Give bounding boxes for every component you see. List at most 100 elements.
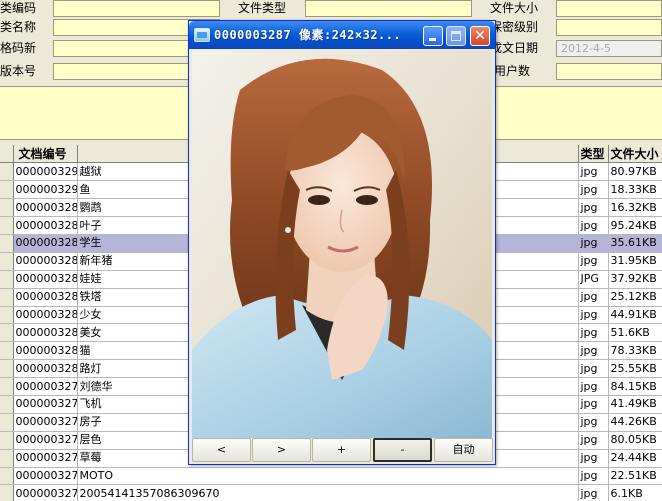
close-icon: ✕ bbox=[474, 28, 486, 44]
zoom-in-button[interactable]: + bbox=[312, 438, 371, 462]
cell-size[interactable]: 51.6KB bbox=[608, 323, 662, 343]
cell-doc-no[interactable]: 0000003271 bbox=[13, 484, 78, 501]
cell-size[interactable]: 44.26KB bbox=[608, 413, 662, 432]
cell-type[interactable]: jpg bbox=[578, 252, 609, 271]
user-count-field[interactable] bbox=[556, 63, 662, 80]
cell-size[interactable]: 6.1KB bbox=[608, 484, 662, 501]
file-type-field[interactable] bbox=[305, 0, 472, 17]
cell-size[interactable]: 25.55KB bbox=[608, 359, 662, 379]
close-button[interactable]: ✕ bbox=[470, 26, 490, 46]
row-indicator bbox=[0, 413, 14, 432]
cell-size[interactable]: 80.97KB bbox=[608, 162, 662, 182]
cell-type[interactable]: jpg bbox=[578, 180, 609, 200]
cell-doc-no[interactable]: 0000003276 bbox=[13, 431, 78, 450]
cell-doc-no[interactable]: 0000003285 bbox=[13, 270, 78, 289]
portrait-image bbox=[192, 50, 492, 440]
cell-type[interactable]: jpg bbox=[578, 431, 609, 450]
cell-type[interactable]: jpg bbox=[578, 234, 609, 253]
cell-doc-no[interactable]: 0000003286 bbox=[13, 252, 78, 271]
cell-type[interactable]: jpg bbox=[578, 413, 609, 432]
preview-titlebar[interactable]: 0000003287 像素:242×32... ✕ bbox=[189, 21, 495, 49]
cell-doc-no[interactable]: 0000003279 bbox=[13, 377, 78, 396]
minimize-button[interactable] bbox=[423, 26, 443, 46]
cell-doc-no[interactable]: 0000003283 bbox=[13, 306, 78, 325]
row-indicator bbox=[0, 395, 14, 414]
label-file-size: 文件大小 bbox=[490, 1, 539, 15]
cell-size[interactable]: 35.61KB bbox=[608, 234, 662, 253]
next-image-button[interactable]: > bbox=[252, 438, 311, 462]
cell-size[interactable]: 22.51KB bbox=[608, 467, 662, 486]
cell-doc-no[interactable]: 0000003284 bbox=[13, 288, 78, 307]
image-preview-window: 0000003287 像素:242×32... ✕ < > + - 自动 bbox=[188, 20, 496, 465]
cell-type[interactable]: JPG bbox=[578, 270, 609, 289]
cell-doc-no[interactable]: 0000003281 bbox=[13, 341, 78, 361]
cell-type[interactable]: jpg bbox=[578, 162, 609, 182]
cell-size[interactable]: 41.49KB bbox=[608, 395, 662, 414]
cell-doc-no[interactable]: 0000003288 bbox=[13, 216, 78, 235]
cell-size[interactable]: 18.33KB bbox=[608, 180, 662, 200]
category-code-field[interactable] bbox=[53, 0, 220, 17]
cell-doc-no[interactable]: 0000003287 bbox=[13, 234, 78, 253]
label-category-name: 类名称 bbox=[0, 20, 37, 34]
row-indicator bbox=[0, 431, 14, 450]
cell-type[interactable]: jpg bbox=[578, 216, 609, 235]
cell-type[interactable]: jpg bbox=[578, 484, 609, 501]
row-indicator bbox=[0, 288, 14, 307]
preview-button-bar: < > + - 自动 bbox=[192, 438, 494, 463]
label-file-type: 文件类型 bbox=[238, 1, 287, 15]
security-level-field[interactable] bbox=[556, 19, 662, 36]
cell-size[interactable]: 16.32KB bbox=[608, 198, 662, 218]
cell-doc-no[interactable]: 0000003277 bbox=[13, 413, 78, 432]
cell-type[interactable]: jpg bbox=[578, 198, 609, 218]
cell-doc-no[interactable]: 0000003289 bbox=[13, 198, 78, 218]
cell-size[interactable]: 80.05KB bbox=[608, 431, 662, 450]
row-indicator-header bbox=[0, 145, 14, 164]
file-size-field[interactable] bbox=[556, 0, 662, 17]
row-indicator bbox=[0, 252, 14, 271]
cell-name[interactable]: 20054141357086309670 bbox=[77, 484, 579, 501]
cell-type[interactable]: jpg bbox=[578, 377, 609, 396]
cell-type[interactable]: jpg bbox=[578, 323, 609, 343]
cell-doc-no[interactable]: 0000003290 bbox=[13, 180, 78, 200]
cell-size[interactable]: 44.91KB bbox=[608, 306, 662, 325]
cell-size[interactable]: 25.12KB bbox=[608, 288, 662, 307]
cell-type[interactable]: jpg bbox=[578, 288, 609, 307]
table-row[interactable]: 0000003273MOTOjpg22.51KB bbox=[0, 467, 662, 486]
zoom-out-button[interactable]: - bbox=[373, 438, 432, 462]
prev-image-button[interactable]: < bbox=[192, 438, 251, 462]
auto-fit-button[interactable]: 自动 bbox=[434, 438, 493, 462]
cell-doc-no[interactable]: 0000003291 bbox=[13, 162, 78, 182]
cell-type[interactable]: jpg bbox=[578, 306, 609, 325]
cell-type[interactable]: jpg bbox=[578, 395, 609, 414]
cell-doc-no[interactable]: 0000003282 bbox=[13, 323, 78, 343]
cell-type[interactable]: jpg bbox=[578, 359, 609, 379]
label-version: 版本号 bbox=[0, 64, 37, 78]
row-indicator bbox=[0, 234, 14, 253]
row-indicator bbox=[0, 449, 14, 468]
label-user-count: 用户数 bbox=[494, 64, 531, 78]
cell-type[interactable]: jpg bbox=[578, 467, 609, 486]
label-category-code: 类编码 bbox=[0, 1, 37, 15]
issue-date-field[interactable]: 2012-4-5 bbox=[556, 40, 662, 57]
cell-doc-no[interactable]: 0000003275 bbox=[13, 449, 78, 468]
cell-type[interactable]: jpg bbox=[578, 449, 609, 468]
preview-photo bbox=[192, 50, 492, 456]
column-header-type[interactable]: 类型 bbox=[578, 145, 609, 164]
cell-size[interactable]: 95.24KB bbox=[608, 216, 662, 235]
table-row[interactable]: 000000327120054141357086309670jpg6.1KB bbox=[0, 484, 662, 501]
cell-size[interactable]: 37.92KB bbox=[608, 270, 662, 289]
cell-size[interactable]: 24.44KB bbox=[608, 449, 662, 468]
label-security-level: 保密级别 bbox=[490, 20, 539, 34]
cell-size[interactable]: 78.33KB bbox=[608, 341, 662, 361]
cell-doc-no[interactable]: 0000003273 bbox=[13, 467, 78, 486]
cell-size[interactable]: 31.95KB bbox=[608, 252, 662, 271]
cell-doc-no[interactable]: 0000003280 bbox=[13, 359, 78, 379]
maximize-button[interactable] bbox=[446, 26, 466, 46]
column-header-size[interactable]: 文件大小 bbox=[608, 145, 662, 164]
minimize-icon bbox=[429, 38, 436, 41]
cell-size[interactable]: 84.15KB bbox=[608, 377, 662, 396]
cell-name[interactable]: MOTO bbox=[77, 467, 579, 486]
column-header-doc-no[interactable]: 文档编号 bbox=[13, 145, 78, 164]
cell-doc-no[interactable]: 0000003278 bbox=[13, 395, 78, 414]
cell-type[interactable]: jpg bbox=[578, 341, 609, 361]
